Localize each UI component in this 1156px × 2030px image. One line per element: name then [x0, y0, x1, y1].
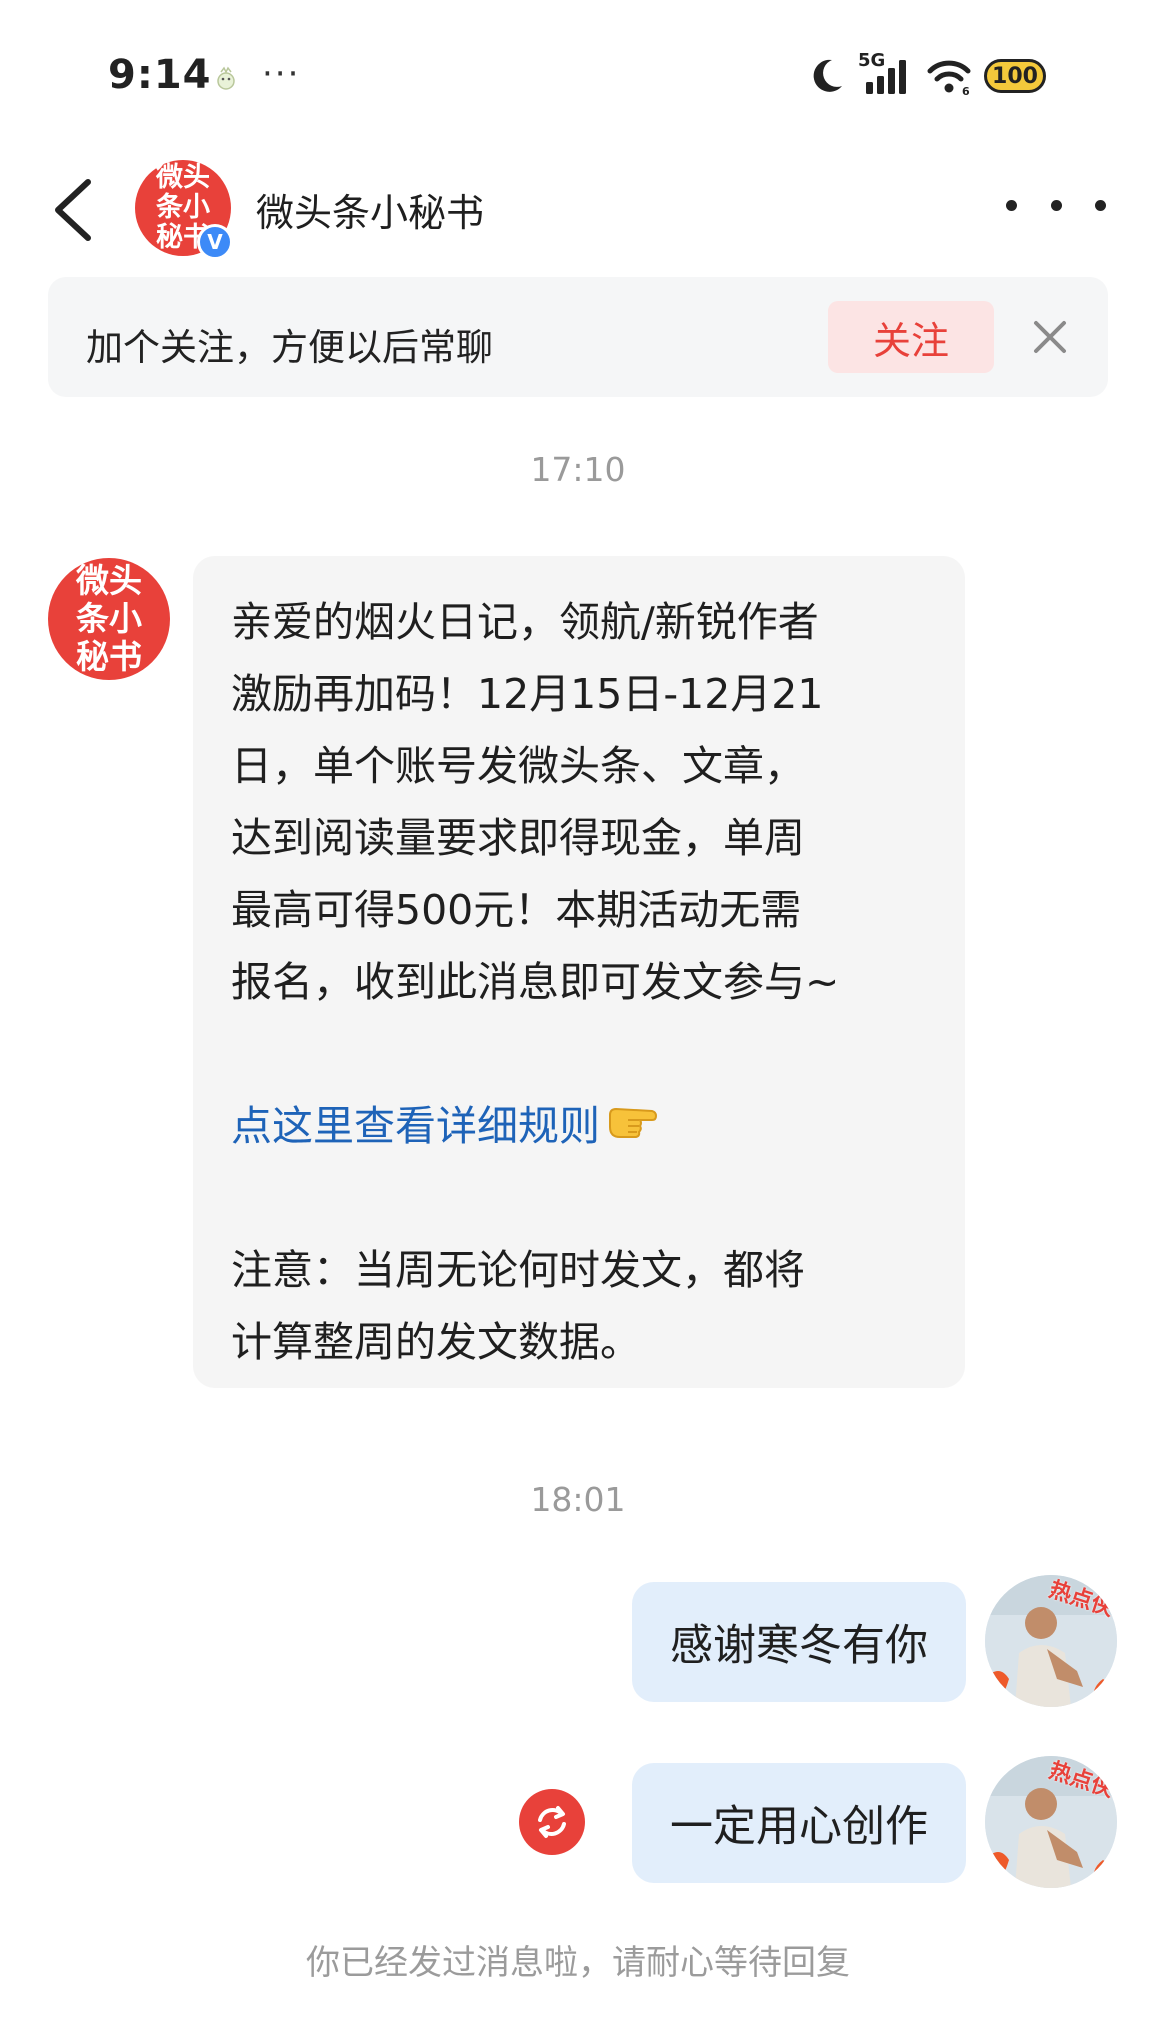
message-timestamp: 18:01: [530, 1480, 626, 1519]
message-note-line: 注意：当周无论何时发文，都将: [231, 1246, 805, 1294]
status-bar: 9:14 ··· 5G 6 100: [0, 0, 1156, 150]
message-timestamp: 17:10: [530, 450, 626, 489]
notification-app-icon: [215, 66, 237, 90]
message-line: 最高可得500元！本期活动无需: [231, 886, 802, 934]
user-avatar[interactable]: 热点侠: [985, 1756, 1117, 1888]
chevron-left-icon: [55, 179, 91, 241]
verified-badge: V: [197, 224, 233, 260]
svg-text:6: 6: [962, 85, 970, 96]
status-time: 9:14: [108, 52, 212, 98]
incoming-message-bubble: 亲爱的烟火日记，领航/新锐作者 激励再加码！12月15日-12月21 日，单个账…: [193, 556, 965, 1388]
rules-link[interactable]: 点这里查看详细规则: [231, 1102, 600, 1150]
back-button[interactable]: [48, 176, 98, 244]
message-line: 达到阅读量要求即得现金，单周: [231, 814, 805, 862]
status-more-dots: ···: [262, 54, 301, 94]
rules-link-row[interactable]: 点这里查看详细规则: [231, 1090, 931, 1162]
outgoing-message-text: 一定用心创作: [670, 1802, 928, 1852]
message-line: 报名，收到此消息即可发文参与~: [231, 958, 840, 1006]
chat-header: 微头条小秘书 V 微头条小秘书: [0, 150, 1156, 270]
follow-button[interactable]: 关注: [828, 301, 994, 373]
follow-suggestion-text: 加个关注，方便以后常聊: [86, 326, 493, 369]
waiting-reply-notice: 你已经发过消息啦，请耐心等待回复: [306, 1943, 850, 1983]
message-line: 亲爱的烟火日记，领航/新锐作者: [231, 598, 819, 646]
outgoing-message-text: 感谢寒冬有你: [670, 1621, 928, 1671]
pointing-hand-icon: [606, 1093, 658, 1165]
wifi-icon: 6: [926, 56, 972, 96]
follow-suggestion-banner: 加个关注，方便以后常聊 关注: [48, 277, 1108, 397]
more-options-button[interactable]: [1006, 190, 1106, 220]
resend-icon: [538, 1806, 566, 1838]
cellular-signal-icon: 5G: [858, 50, 914, 98]
outgoing-message-bubble: 一定用心创作: [632, 1763, 966, 1883]
network-type-label: 5G: [858, 50, 886, 71]
chat-title: 微头条小秘书: [256, 191, 485, 235]
more-horizontal-icon: [1006, 199, 1017, 211]
battery-icon: 100: [984, 59, 1046, 93]
message-line: 日，单个账号发微头条、文章，: [231, 742, 805, 790]
user-avatar[interactable]: 热点侠: [985, 1575, 1117, 1707]
status-indicators: 5G 6 100: [808, 48, 1046, 104]
close-banner-button[interactable]: [1028, 315, 1072, 359]
message-line: 激励再加码！12月15日-12月21: [231, 670, 824, 718]
moon-icon: [808, 56, 846, 96]
outgoing-message-bubble: 感谢寒冬有你: [632, 1582, 966, 1702]
message-note-line: 计算整周的发文数据。: [231, 1318, 641, 1366]
sender-avatar[interactable]: 微头条小秘书: [48, 558, 170, 680]
resend-button[interactable]: [519, 1789, 585, 1855]
close-icon: [1034, 321, 1066, 353]
